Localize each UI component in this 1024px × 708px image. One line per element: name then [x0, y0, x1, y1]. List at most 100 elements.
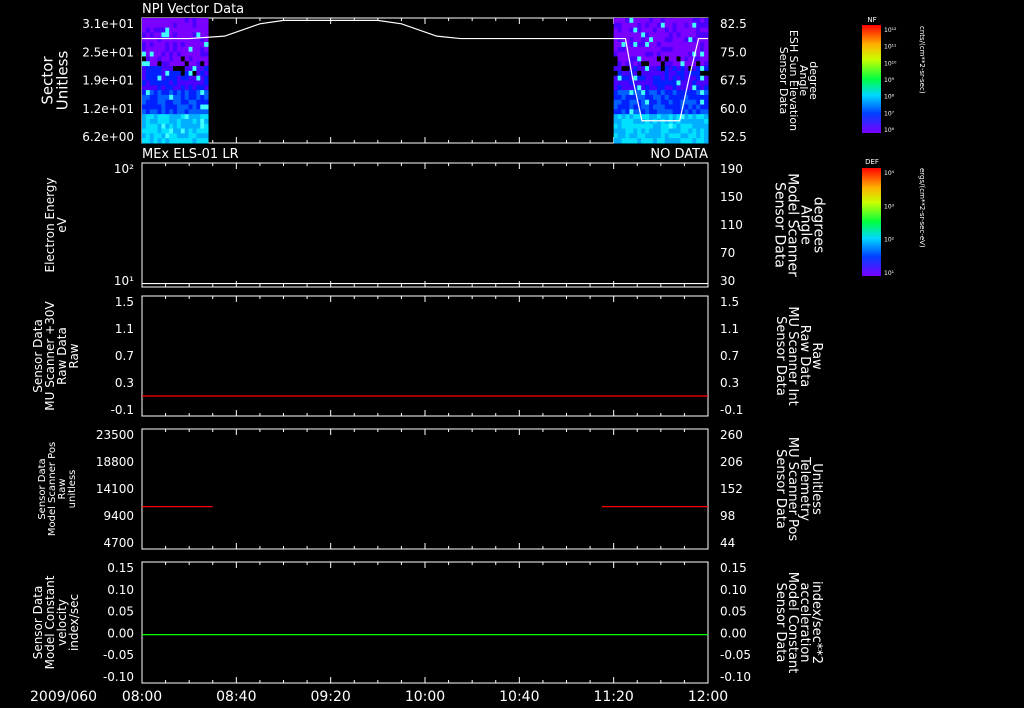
heatmap-cell	[649, 70, 654, 77]
heatmap-cell	[200, 138, 205, 144]
heatmap-cell	[668, 32, 674, 38]
heatmap-cell	[153, 85, 159, 91]
heatmap-cell	[621, 128, 626, 134]
heatmap-cell	[688, 138, 693, 144]
heatmap-cell	[652, 51, 658, 57]
heatmap-cell	[688, 123, 693, 130]
heatmap-cell	[668, 109, 674, 115]
heatmap-cell	[173, 46, 178, 53]
heatmap-cell	[196, 75, 201, 81]
heatmap-cell	[672, 133, 678, 139]
heatmap-cell	[676, 75, 681, 81]
heatmap-cell	[142, 80, 147, 86]
heatmap-cell	[692, 70, 697, 77]
heatmap-cell	[149, 56, 155, 62]
heatmap-cell	[688, 114, 693, 120]
heatmap-cell	[149, 42, 155, 48]
heatmap-cell	[200, 51, 205, 57]
heatmap-cell	[157, 27, 162, 33]
heatmap-cell	[153, 114, 159, 120]
heatmap-cell	[656, 42, 662, 48]
heatmap-cell	[684, 61, 689, 67]
heatmap-cell	[684, 70, 689, 77]
heatmap-cell	[204, 27, 209, 33]
heatmap-cell	[704, 90, 709, 96]
heatmap-cell	[169, 138, 174, 144]
heatmap-cell	[200, 133, 205, 139]
heatmap-cell	[656, 75, 662, 81]
heatmap-cell	[668, 99, 674, 106]
heatmap-cell	[184, 42, 190, 48]
heatmap-cell	[672, 114, 678, 120]
heatmap-cell	[142, 128, 147, 134]
heatmap-cell	[649, 80, 654, 86]
heatmap-cell	[621, 56, 626, 62]
heatmap-cell	[649, 123, 654, 130]
heatmap-cell	[668, 123, 674, 130]
heatmap-cell	[165, 70, 170, 77]
heatmap-cell	[676, 104, 681, 110]
heatmap-cell	[704, 109, 709, 115]
heatmap-cell	[621, 32, 626, 38]
heatmap-cell	[192, 75, 197, 81]
heatmap-cell	[684, 51, 689, 57]
heatmap-cell	[684, 18, 689, 24]
heatmap-cell	[173, 118, 178, 125]
heatmap-cell	[149, 70, 155, 77]
heatmap-cell	[173, 109, 178, 115]
heatmap-cell	[672, 27, 678, 33]
heatmap-cell	[672, 56, 678, 62]
heatmap-cell	[676, 128, 681, 134]
heatmap-cell	[649, 37, 654, 43]
heatmap-cell	[629, 138, 634, 144]
heatmap-cell	[652, 22, 658, 29]
heatmap-cell	[149, 114, 155, 120]
heatmap-cell	[629, 85, 634, 91]
heatmap-cell	[649, 66, 654, 72]
heatmap-cell	[617, 104, 623, 110]
heatmap-cell	[625, 138, 630, 144]
heatmap-cell	[200, 32, 205, 38]
heatmap-cell	[629, 27, 634, 33]
heatmap-cell	[645, 123, 650, 130]
heatmap-cell	[672, 66, 678, 72]
heatmap-cell	[696, 94, 701, 101]
heatmap-cell	[176, 22, 182, 29]
x-tick-label: 08:00	[122, 689, 162, 705]
right-tick-label: -0.1	[720, 403, 743, 417]
heatmap-cell	[700, 32, 705, 38]
heatmap-cell	[664, 18, 670, 24]
right-tick-label: 0.00	[720, 626, 747, 640]
heatmap-cell	[652, 85, 658, 91]
heatmap-cell	[692, 37, 697, 43]
heatmap-cell	[637, 128, 642, 134]
heatmap-cell	[176, 75, 182, 81]
heatmap-cell	[169, 61, 174, 67]
heatmap-cell	[633, 118, 638, 125]
heatmap-cell	[668, 104, 674, 110]
heatmap-cell	[145, 46, 151, 53]
heatmap-cell	[188, 22, 193, 29]
right-tick-label: 60.0	[720, 102, 747, 116]
right-tick-label: 30	[720, 274, 735, 288]
heatmap-cell	[641, 99, 646, 106]
heatmap-cell	[617, 114, 623, 120]
right-tick-label: 0.15	[720, 561, 747, 575]
heatmap-cell	[641, 61, 646, 67]
heatmap-cell	[672, 32, 678, 38]
colorbar-tick-label: 10¹¹	[884, 44, 897, 51]
heatmap-cell	[668, 90, 674, 96]
heatmap-cell	[204, 118, 209, 125]
heatmap-cell	[649, 46, 654, 53]
colorbar-tick-label: 10⁶	[884, 127, 895, 134]
heatmap-cell	[656, 22, 662, 29]
heatmap-cell	[672, 138, 678, 144]
y-axis-title: index/sec	[67, 594, 81, 651]
heatmap-cell	[196, 56, 201, 62]
heatmap-cell	[142, 75, 147, 81]
colorbar-nf-header: NF	[867, 16, 876, 24]
heatmap-cell	[149, 80, 155, 86]
heatmap-cell	[664, 128, 670, 134]
heatmap-cell	[692, 133, 697, 139]
heatmap-cell	[700, 22, 705, 29]
